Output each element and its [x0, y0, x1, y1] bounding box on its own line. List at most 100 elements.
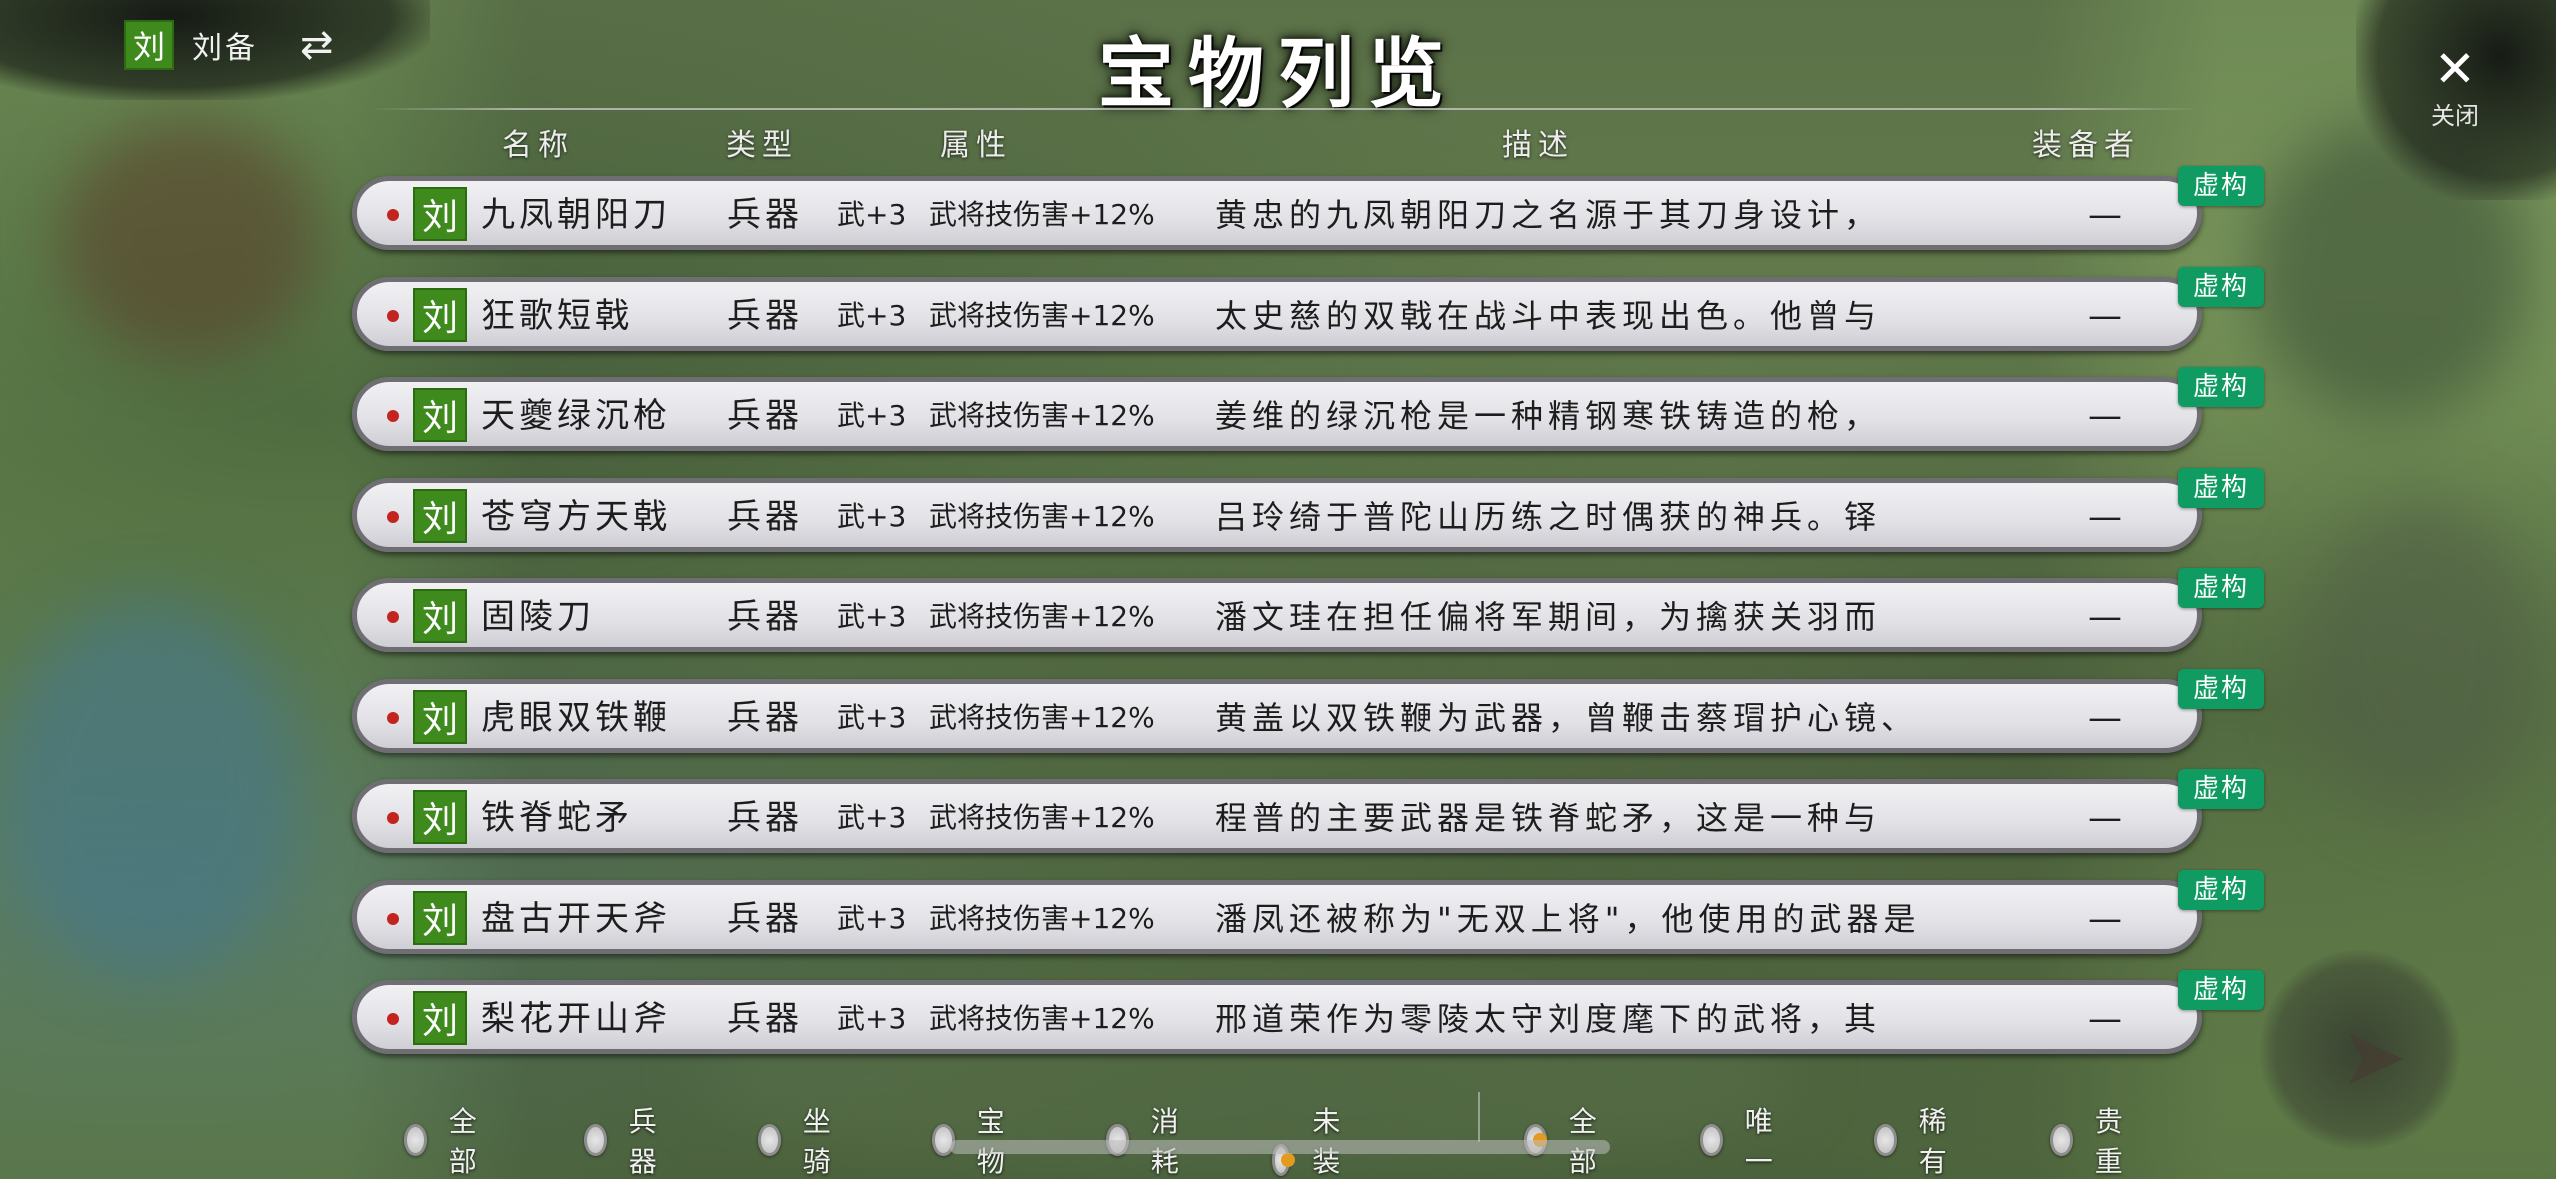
table-row[interactable]: 刘 梨花开山斧 兵器 武+3 武将技伤害+12% 邢道荣作为零陵太守刘度麾下的武…	[352, 980, 2202, 1054]
close-button[interactable]: ✕ 关闭	[2420, 44, 2490, 131]
filter-rarity-unique[interactable]: 唯一	[1700, 1100, 1786, 1179]
item-name: 虎眼双铁鞭	[481, 698, 671, 738]
radio-button[interactable]	[584, 1124, 607, 1156]
owner-badge: 刘	[413, 489, 467, 543]
table-row[interactable]: 刘 虎眼双铁鞭 兵器 武+3 武将技伤害+12% 黄盖以双铁鞭为武器，曾鞭击蔡瑁…	[352, 679, 2202, 753]
column-header-name: 名称	[502, 128, 574, 163]
table-row[interactable]: 刘 苍穹方天戟 兵器 武+3 武将技伤害+12% 吕玲绮于普陀山历练之时偶获的神…	[352, 478, 2202, 552]
item-type: 兵器	[727, 597, 803, 637]
item-attr-effect: 武将技伤害+12%	[929, 500, 1155, 533]
filter-label: 唯一	[1744, 1105, 1777, 1178]
filter-rarity-rare[interactable]: 稀有	[1874, 1100, 1960, 1179]
filter-rarity-precious[interactable]: 贵重	[2050, 1100, 2136, 1179]
item-name: 苍穹方天戟	[481, 497, 671, 537]
scroll-handle[interactable]	[950, 1140, 1610, 1154]
item-type: 兵器	[727, 396, 803, 436]
background-blur	[0, 600, 300, 980]
game-screen: ➤ 刘 刘备 ⇄ 宝物列览 ✕ 关闭 名称 类型 属性 描述 装备者 刘 九凤朝…	[0, 0, 2556, 1179]
item-holder: —	[2088, 899, 2122, 939]
item-desc: 太史慈的双戟在战斗中表现出色。他曾与	[1215, 297, 1882, 335]
filter-label: 兵器	[628, 1105, 661, 1178]
filter-divider	[1478, 1092, 1480, 1142]
item-attr-effect: 武将技伤害+12%	[929, 600, 1155, 633]
page-title: 宝物列览	[1098, 29, 1458, 118]
radio-button[interactable]	[758, 1124, 781, 1156]
item-holder: —	[2088, 798, 2122, 838]
owner-badge: 刘	[413, 288, 467, 342]
dot-icon	[387, 913, 399, 925]
item-attr-stat: 武+3	[837, 701, 907, 734]
item-holder: —	[2088, 195, 2122, 235]
virtual-tag: 虚构	[2178, 267, 2264, 307]
virtual-tag: 虚构	[2178, 669, 2264, 709]
filter-category-all[interactable]: 全部	[404, 1100, 490, 1179]
item-attr-effect: 武将技伤害+12%	[929, 902, 1155, 935]
item-holder: —	[2088, 597, 2122, 637]
background-blur	[60, 120, 320, 360]
dot-icon	[387, 812, 399, 824]
item-name: 九凤朝阳刀	[481, 195, 671, 235]
dot-icon	[387, 611, 399, 623]
item-name: 梨花开山斧	[481, 999, 671, 1039]
virtual-tag: 虚构	[2178, 367, 2264, 407]
item-attr-effect: 武将技伤害+12%	[929, 198, 1155, 231]
item-name: 天夔绿沉枪	[481, 396, 671, 436]
item-desc: 程普的主要武器是铁脊蛇矛，这是一种与	[1215, 799, 1882, 837]
item-desc: 黄忠的九凤朝阳刀之名源于其刀身设计，	[1215, 196, 1882, 234]
item-attr-stat: 武+3	[837, 1002, 907, 1035]
item-attr-stat: 武+3	[837, 500, 907, 533]
table-row[interactable]: 刘 盘古开天斧 兵器 武+3 武将技伤害+12% 潘凤还被称为"无双上将"，他使…	[352, 880, 2202, 954]
dot-icon	[387, 712, 399, 724]
item-name: 盘古开天斧	[481, 899, 671, 939]
virtual-tag: 虚构	[2178, 870, 2264, 910]
item-attr-effect: 武将技伤害+12%	[929, 801, 1155, 834]
item-type: 兵器	[727, 999, 803, 1039]
item-attr-effect: 武将技伤害+12%	[929, 299, 1155, 332]
filter-label: 贵重	[2094, 1105, 2127, 1178]
virtual-tag: 虚构	[2178, 166, 2264, 206]
dot-icon	[387, 209, 399, 221]
item-name: 铁脊蛇矛	[481, 798, 633, 838]
item-holder: —	[2088, 497, 2122, 537]
filter-label: 稀有	[1918, 1105, 1951, 1178]
close-label: 关闭	[2431, 102, 2479, 130]
item-holder: —	[2088, 698, 2122, 738]
owner-badge: 刘	[413, 690, 467, 744]
owner-badge: 刘	[413, 991, 467, 1045]
dot-icon	[387, 310, 399, 322]
item-attr-stat: 武+3	[837, 299, 907, 332]
item-type: 兵器	[727, 698, 803, 738]
table-row[interactable]: 刘 固陵刀 兵器 武+3 武将技伤害+12% 潘文珪在担任偏将军期间，为擒获关羽…	[352, 578, 2202, 652]
radio-button[interactable]	[404, 1124, 427, 1156]
radio-button[interactable]	[2050, 1124, 2073, 1156]
item-holder: —	[2088, 296, 2122, 336]
virtual-tag: 虚构	[2178, 468, 2264, 508]
filter-label: 全部	[448, 1105, 481, 1178]
item-type: 兵器	[727, 899, 803, 939]
table-row[interactable]: 刘 铁脊蛇矛 兵器 武+3 武将技伤害+12% 程普的主要武器是铁脊蛇矛，这是一…	[352, 779, 2202, 853]
filter-category-mount[interactable]: 坐骑	[758, 1100, 844, 1179]
owner-badge: 刘	[413, 388, 467, 442]
background-blur	[2300, 500, 2540, 820]
virtual-tag: 虚构	[2178, 568, 2264, 608]
column-header-holder: 装备者	[2032, 128, 2140, 163]
virtual-tag: 虚构	[2178, 769, 2264, 809]
radio-button[interactable]	[1874, 1124, 1897, 1156]
virtual-tag: 虚构	[2178, 970, 2264, 1010]
joystick-arrow-icon: ➤	[2340, 1010, 2408, 1103]
item-attr-effect: 武将技伤害+12%	[929, 701, 1155, 734]
radio-button[interactable]	[1700, 1124, 1723, 1156]
item-desc: 姜维的绿沉枪是一种精钢寒铁铸造的枪，	[1215, 397, 1882, 435]
table-row[interactable]: 刘 狂歌短戟 兵器 武+3 武将技伤害+12% 太史慈的双戟在战斗中表现出色。他…	[352, 277, 2202, 351]
table-row[interactable]: 刘 天夔绿沉枪 兵器 武+3 武将技伤害+12% 姜维的绿沉枪是一种精钢寒铁铸造…	[352, 377, 2202, 451]
table-row[interactable]: 刘 九凤朝阳刀 兵器 武+3 武将技伤害+12% 黄忠的九凤朝阳刀之名源于其刀身…	[352, 176, 2202, 250]
item-desc: 吕玲绮于普陀山历练之时偶获的神兵。铎	[1215, 498, 1882, 536]
item-holder: —	[2088, 396, 2122, 436]
item-attr-stat: 武+3	[837, 600, 907, 633]
item-attr-stat: 武+3	[837, 902, 907, 935]
dot-icon	[387, 511, 399, 523]
column-header-type: 类型	[726, 128, 798, 163]
owner-badge: 刘	[413, 589, 467, 643]
item-type: 兵器	[727, 296, 803, 336]
filter-category-weapon[interactable]: 兵器	[584, 1100, 670, 1179]
